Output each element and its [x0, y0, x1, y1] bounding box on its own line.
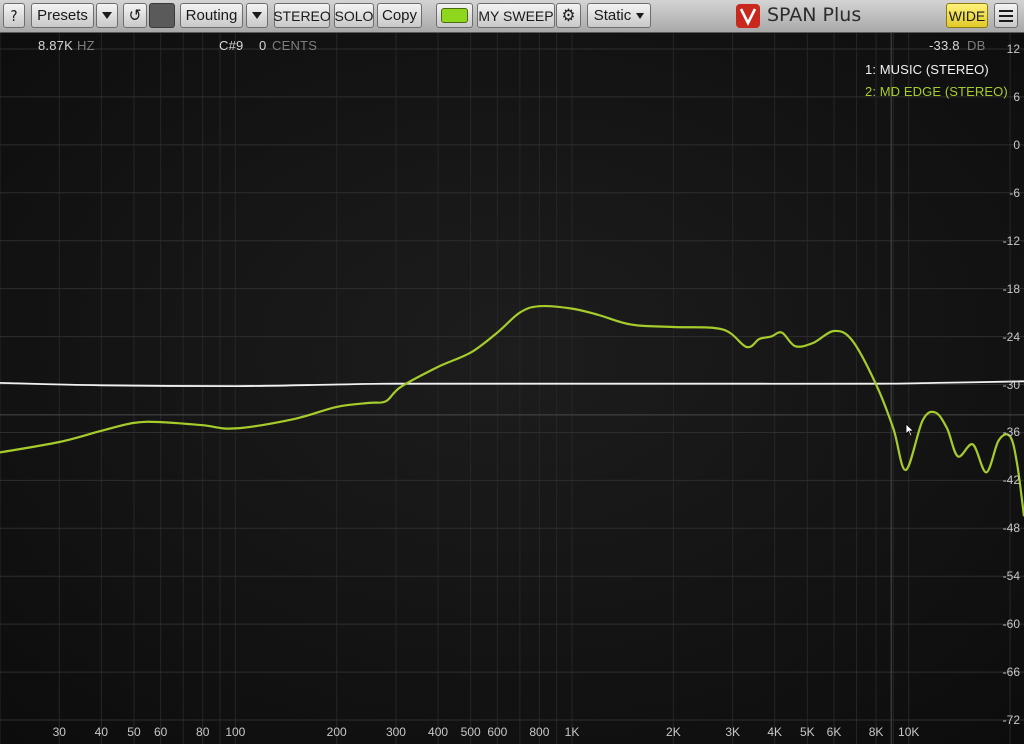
- x-tick-label: 400: [428, 725, 449, 739]
- y-tick-label: -24: [1002, 329, 1020, 344]
- x-tick-label: 800: [529, 725, 550, 739]
- x-tick-label: 6K: [826, 725, 842, 739]
- y-tick-label: 6: [1013, 89, 1020, 104]
- x-tick-label: 4K: [767, 725, 783, 739]
- y-tick-label: -60: [1002, 617, 1020, 632]
- y-tick-label: -72: [1002, 713, 1020, 728]
- x-tick-label: 3K: [725, 725, 740, 739]
- x-tick-label: 30: [52, 725, 66, 739]
- y-tick-label: -6: [1009, 185, 1020, 200]
- legend-item-md-edge[interactable]: 2: MD EDGE (STEREO): [865, 84, 1008, 99]
- cents-unit: CENTS: [272, 38, 318, 53]
- y-tick-label: 12: [1006, 41, 1020, 56]
- y-tick-label: -12: [1002, 233, 1020, 248]
- y-tick-label: -36: [1002, 425, 1020, 440]
- cents-value: 0: [259, 38, 267, 53]
- x-tick-label: 1K: [564, 725, 580, 739]
- frequency-unit: HZ: [77, 38, 95, 53]
- level-value: -33.8: [929, 38, 960, 53]
- x-tick-label: 200: [326, 725, 347, 739]
- x-tick-label: 40: [94, 725, 109, 739]
- span-plugin-window: ? Presets ↺ Routing STEREO SOLO Copy MY …: [0, 0, 1024, 744]
- x-tick-label: 600: [487, 725, 508, 739]
- x-tick-label: 80: [196, 725, 210, 739]
- x-tick-label: 500: [460, 725, 481, 739]
- x-tick-label: 60: [153, 725, 168, 739]
- y-tick-label: 0: [1013, 137, 1020, 152]
- plot-background: [0, 33, 1024, 744]
- level-unit: DB: [967, 38, 986, 53]
- x-tick-label: 2K: [666, 725, 681, 739]
- y-tick-label: -42: [1002, 473, 1020, 488]
- frequency-value: 8.87K: [38, 38, 73, 53]
- y-tick-label: -66: [1002, 665, 1020, 680]
- note-value: C#9: [219, 38, 244, 53]
- y-tick-label: -18: [1002, 281, 1020, 296]
- x-tick-label: 50: [127, 725, 141, 739]
- legend-item-music[interactable]: 1: MUSIC (STEREO): [865, 62, 989, 77]
- spectrum-plot[interactable]: [0, 0, 1024, 744]
- y-tick-label: -30: [1002, 377, 1020, 392]
- y-tick-label: -48: [1002, 521, 1020, 536]
- mouse-pointer-icon: [905, 423, 915, 437]
- x-tick-label: 100: [225, 725, 246, 739]
- x-tick-label: 5K: [800, 725, 815, 739]
- y-tick-label: -54: [1002, 569, 1020, 584]
- x-tick-label: 8K: [868, 725, 884, 739]
- x-tick-label: 300: [385, 725, 406, 739]
- x-tick-label: 10K: [898, 725, 920, 739]
